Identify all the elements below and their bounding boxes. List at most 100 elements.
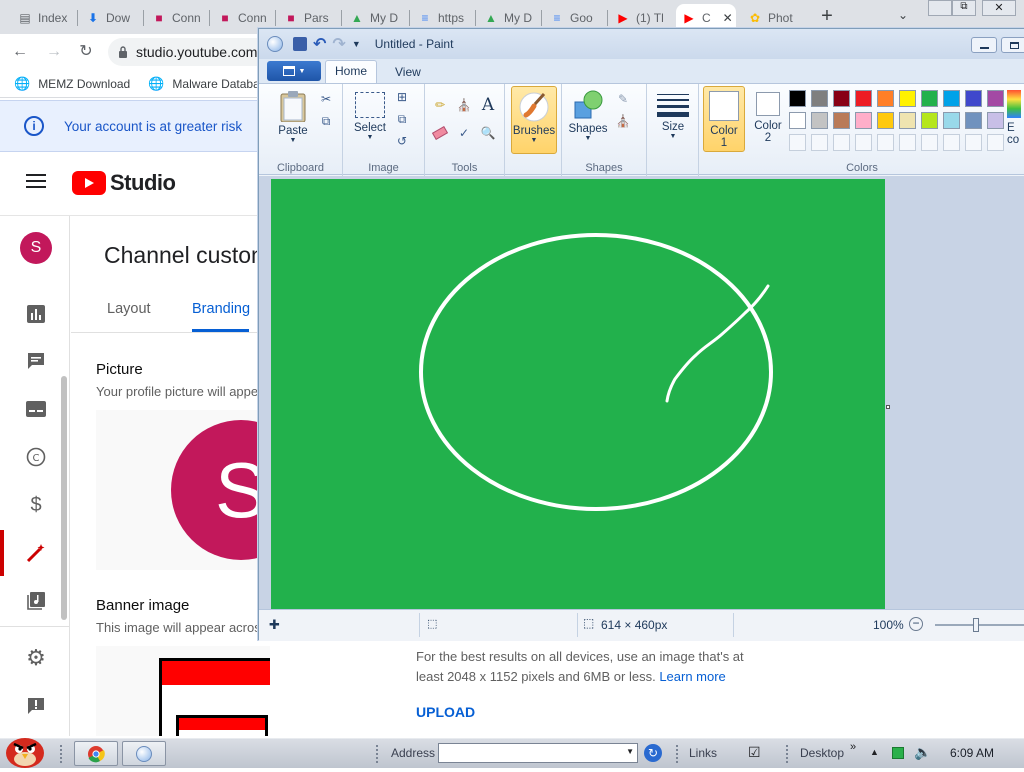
sidebar-scrollbar[interactable]	[61, 376, 67, 620]
desktop-chevron-icon[interactable]: »	[850, 741, 856, 753]
zoom-slider-track[interactable]	[935, 624, 1024, 626]
settings-gear-icon[interactable]: ⚙	[24, 645, 48, 670]
hamburger-menu-icon[interactable]	[26, 174, 46, 188]
fill-bucket-icon[interactable]: ⛪	[455, 96, 473, 114]
chrome-taskbar-button[interactable]	[74, 741, 118, 766]
paste-button[interactable]: Paste ▼	[271, 90, 315, 144]
palette-empty-swatch[interactable]	[943, 134, 960, 151]
links-toolbar-icon[interactable]: ☑	[748, 744, 761, 761]
palette-empty-swatch[interactable]	[789, 134, 806, 151]
bookmark-malware-database[interactable]: 🌐 Malware Databa	[148, 76, 260, 92]
edit-colors-button[interactable]: E co	[1007, 90, 1024, 146]
redo-icon[interactable]: ↷	[332, 34, 345, 54]
palette-empty-swatch[interactable]	[877, 134, 894, 151]
eraser-icon[interactable]	[431, 124, 449, 142]
upload-button[interactable]: UPLOAD	[416, 704, 475, 720]
browser-tab[interactable]: ▤ Index	[12, 4, 74, 32]
comments-icon[interactable]	[24, 349, 48, 373]
show-hidden-icons[interactable]: ▲	[870, 747, 879, 757]
monetization-icon[interactable]: $	[24, 493, 48, 517]
audio-library-icon[interactable]	[24, 589, 48, 613]
palette-swatch[interactable]	[789, 90, 806, 107]
file-menu-button[interactable]: ▼	[267, 61, 321, 81]
browser-restore-button[interactable]: ⧉	[952, 0, 976, 16]
close-tab-icon[interactable]: ✕	[723, 11, 733, 25]
reload-icon[interactable]: ↻	[76, 42, 96, 62]
bookmark-memz[interactable]: 🌐 MEMZ Download	[14, 76, 130, 92]
shapes-button[interactable]: Shapes ▼	[566, 88, 610, 142]
undo-icon[interactable]: ↶	[313, 34, 326, 54]
browser-minimize-button[interactable]	[928, 0, 952, 16]
palette-swatch[interactable]	[877, 90, 894, 107]
select-button[interactable]: Select ▼	[349, 92, 391, 141]
palette-empty-swatch[interactable]	[811, 134, 828, 151]
palette-swatch[interactable]	[987, 90, 1004, 107]
paint-app-icon[interactable]	[267, 36, 283, 52]
quick-access-dropdown-icon[interactable]: ▼	[352, 39, 361, 49]
palette-swatch[interactable]	[921, 90, 938, 107]
tab-home[interactable]: Home	[325, 60, 377, 84]
pencil-icon[interactable]: ✏	[431, 96, 449, 114]
rotate-icon[interactable]: ↺	[393, 132, 411, 150]
brushes-button[interactable]: Brushes ▼	[511, 86, 557, 154]
volume-icon[interactable]: 🔈	[914, 744, 931, 761]
palette-empty-swatch[interactable]	[921, 134, 938, 151]
zoom-slider-thumb[interactable]	[973, 618, 979, 632]
palette-swatch[interactable]	[943, 112, 960, 129]
drawing-canvas[interactable]	[271, 179, 885, 609]
cut-icon[interactable]: ✂	[317, 90, 335, 108]
browser-close-button[interactable]: ✕	[982, 0, 1016, 16]
palette-swatch[interactable]	[987, 112, 1004, 129]
size-button[interactable]: Size ▼	[653, 90, 693, 140]
palette-swatch[interactable]	[943, 90, 960, 107]
new-tab-button[interactable]: +	[818, 4, 836, 28]
palette-empty-swatch[interactable]	[987, 134, 1004, 151]
customization-magic-wand-icon[interactable]	[24, 541, 48, 565]
canvas-resize-handle[interactable]	[886, 405, 890, 409]
minimize-button[interactable]	[971, 37, 997, 53]
browser-tab[interactable]: ⬇ Dow	[80, 4, 142, 32]
fill-icon[interactable]: ⛪	[614, 112, 632, 130]
address-dropdown-icon[interactable]: ▼	[626, 747, 634, 756]
outline-icon[interactable]: ✎	[614, 90, 632, 108]
palette-swatch[interactable]	[899, 90, 916, 107]
tab-layout[interactable]: Layout	[107, 301, 151, 317]
palette-swatch[interactable]	[965, 112, 982, 129]
color1-button[interactable]: Color 1	[703, 86, 745, 152]
tab-branding[interactable]: Branding	[192, 301, 250, 317]
paint-title-bar[interactable]: ↶ ↷ ▼ Untitled - Paint	[259, 29, 1024, 59]
tab-view[interactable]: View	[395, 65, 421, 79]
feedback-icon[interactable]	[24, 694, 48, 718]
channel-avatar[interactable]: S	[20, 232, 52, 264]
crop-icon[interactable]: ⊞	[393, 88, 411, 106]
network-icon[interactable]	[892, 747, 904, 759]
forward-icon[interactable]: →	[44, 42, 64, 62]
address-go-icon[interactable]: ↻	[644, 744, 662, 762]
address-input[interactable]: ▼	[438, 743, 638, 763]
palette-swatch[interactable]	[965, 90, 982, 107]
copyright-icon[interactable]: C	[24, 445, 48, 469]
browser-tab[interactable]: ■ Conn	[146, 4, 208, 32]
learn-more-link[interactable]: Learn more	[659, 669, 725, 684]
color-picker-icon[interactable]: ✓	[455, 124, 473, 142]
palette-empty-swatch[interactable]	[855, 134, 872, 151]
text-tool-icon[interactable]: A	[479, 95, 497, 115]
subtitles-icon[interactable]	[24, 397, 48, 421]
start-button-angry-bird-icon[interactable]	[2, 731, 48, 769]
youtube-studio-logo[interactable]: Studio	[72, 170, 176, 196]
magnifier-icon[interactable]: 🔍	[479, 124, 497, 142]
palette-empty-swatch[interactable]	[965, 134, 982, 151]
maximize-button[interactable]	[1001, 37, 1024, 53]
palette-swatch[interactable]	[833, 90, 850, 107]
palette-swatch[interactable]	[855, 112, 872, 129]
clock[interactable]: 6:09 AM	[950, 746, 994, 760]
palette-empty-swatch[interactable]	[899, 134, 916, 151]
palette-swatch[interactable]	[811, 112, 828, 129]
tab-search-chevron-icon[interactable]: ⌄	[898, 8, 908, 22]
palette-swatch[interactable]	[899, 112, 916, 129]
palette-swatch[interactable]	[921, 112, 938, 129]
paint-taskbar-button[interactable]	[122, 741, 166, 766]
palette-swatch[interactable]	[811, 90, 828, 107]
back-icon[interactable]: ←	[10, 42, 30, 62]
resize-icon[interactable]: ⧉	[393, 110, 411, 128]
